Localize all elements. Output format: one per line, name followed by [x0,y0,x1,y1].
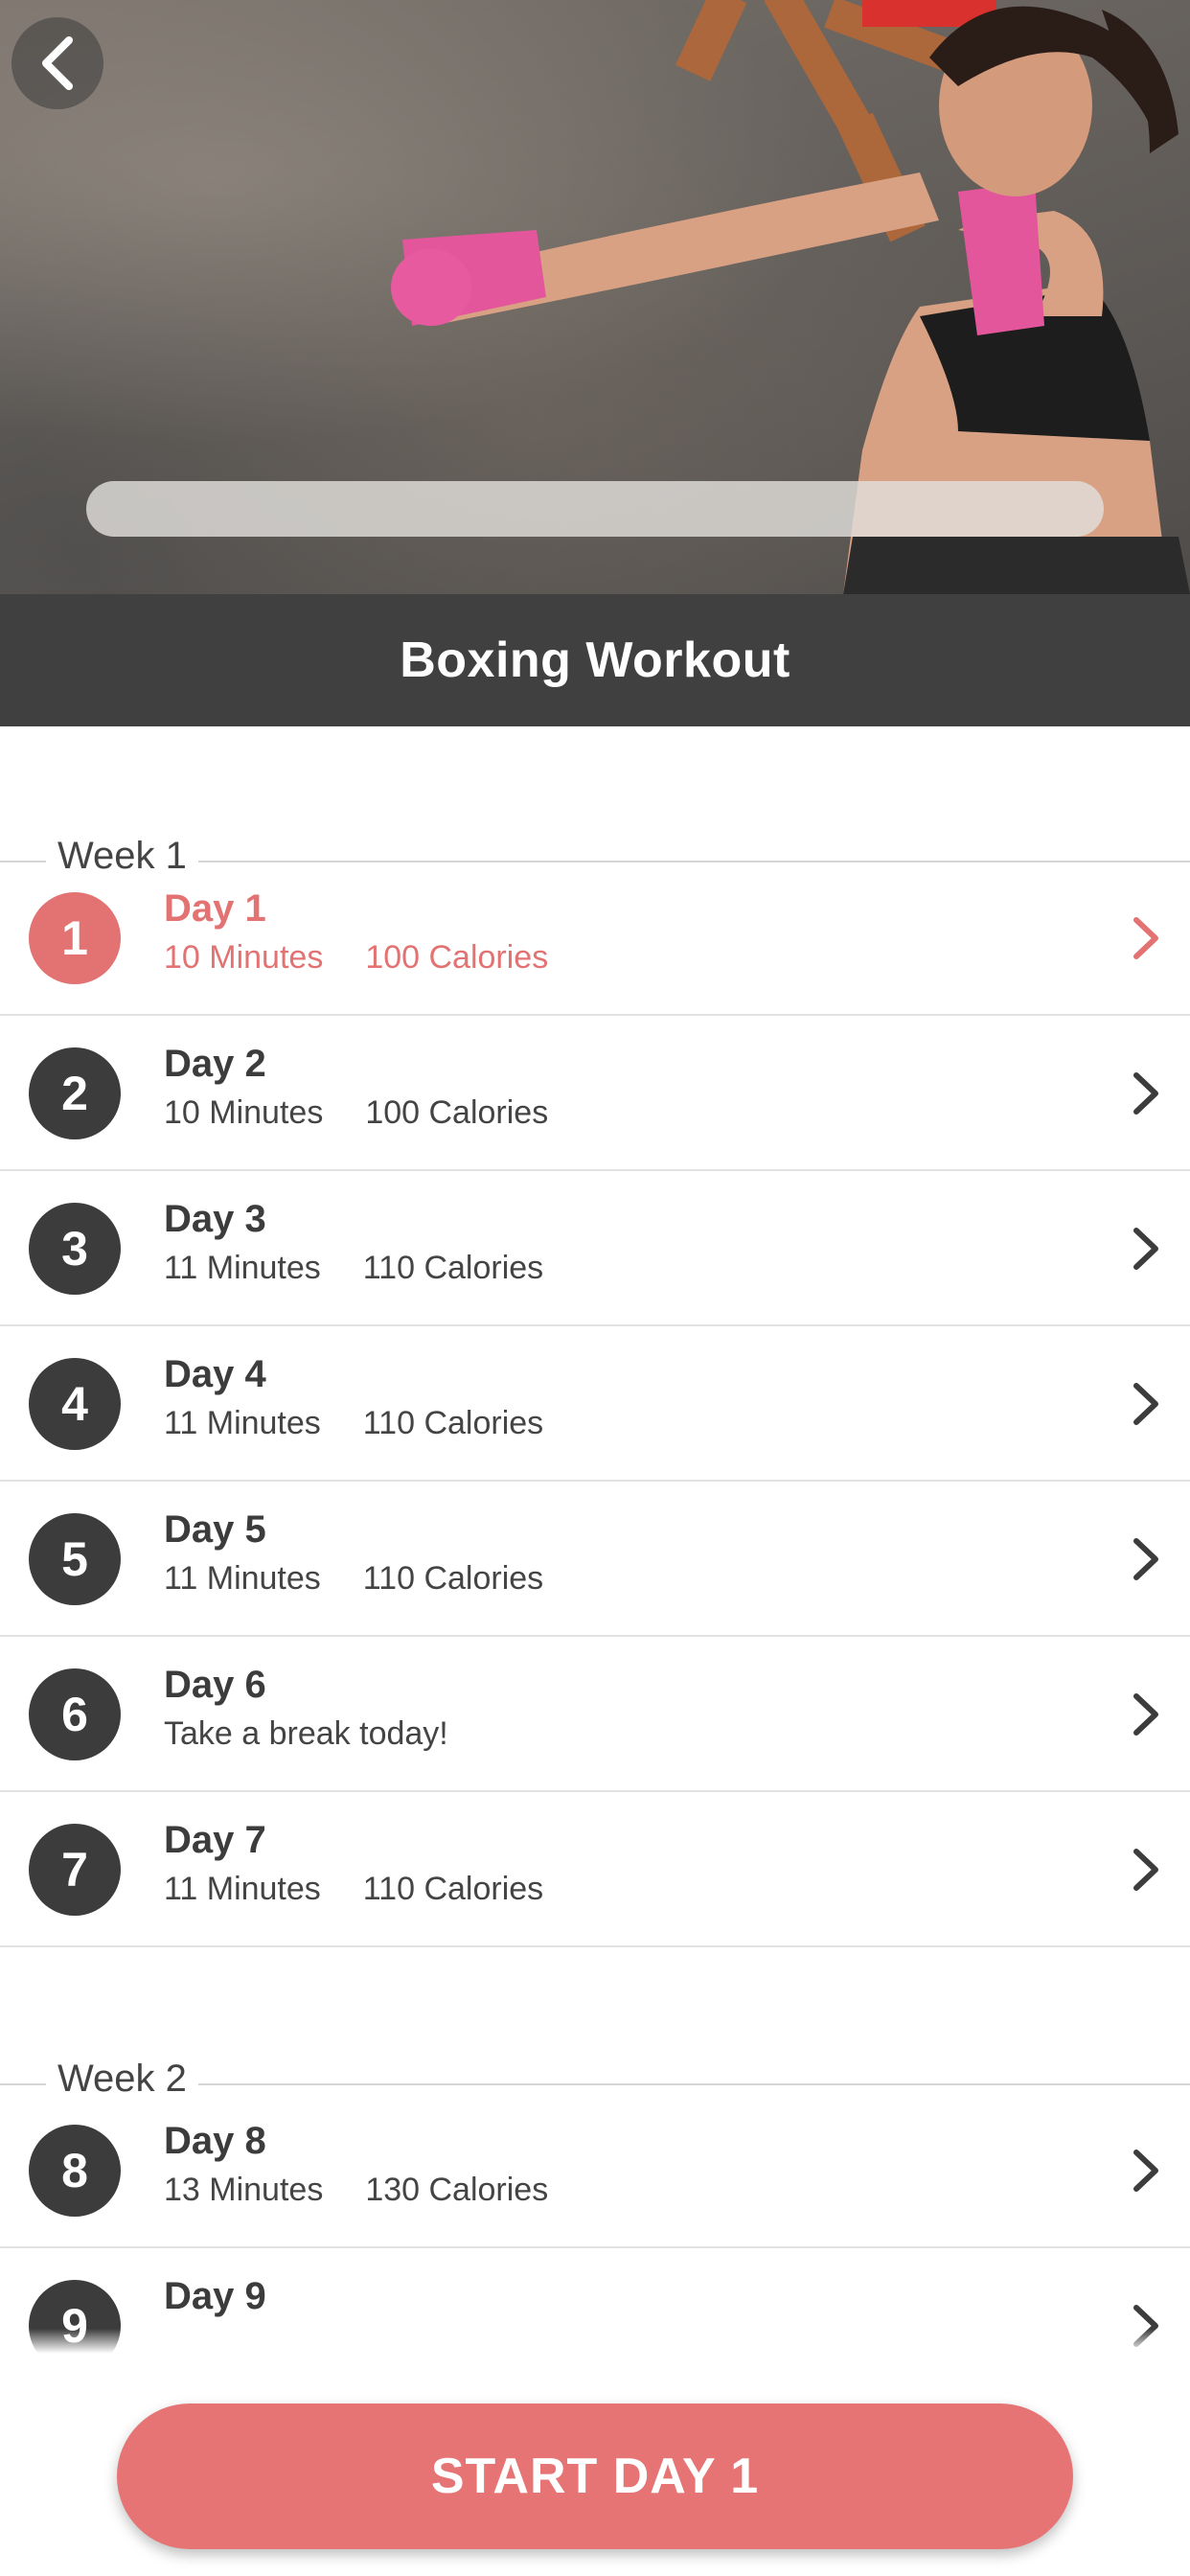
day-title: Day 5 [164,1508,266,1551]
day-number-badge: 2 [29,1047,121,1139]
day-meta: 11 Minutes 110 Calories [164,1399,543,1447]
chevron-right-icon [1133,1849,1158,1891]
day-calories: 100 Calories [365,939,549,976]
day-number-badge: 3 [29,1203,121,1295]
chevron-right-icon [1133,1383,1158,1425]
day-calories: 100 Calories [365,1094,549,1131]
day-row[interactable]: 6 Day 6 Take a break today! [0,1637,1190,1792]
day-title: Day 7 [164,1819,266,1861]
day-calories: 110 Calories [362,1871,544,1907]
day-calories: 130 Calories [365,2172,549,2208]
day-meta: 10 Minutes 100 Calories [164,1089,548,1137]
day-list[interactable]: Week 1 1 Day 1 10 Minutes 100 Calories 2 Day … [0,726,1190,2377]
day-number-badge: 4 [29,1358,121,1450]
day-minutes: 11 Minutes [164,1250,321,1286]
chevron-right-icon [1133,2150,1158,2192]
day-row[interactable]: 2 Day 2 10 Minutes 100 Calories [0,1016,1190,1171]
hero-image [0,0,1190,594]
week-header: Week 2 [0,2057,1190,2101]
day-number-badge: 1 [29,892,121,984]
day-title: Day 6 [164,1664,266,1706]
chevron-right-icon [1133,917,1158,959]
day-meta: 11 Minutes 110 Calories [164,1244,543,1292]
day-title: Day 2 [164,1043,266,1085]
day-row[interactable]: 4 Day 4 11 Minutes 110 Calories [0,1326,1190,1482]
day-minutes: 11 Minutes [164,1871,321,1907]
day-calories: 110 Calories [362,1250,544,1286]
title-bar: Boxing Workout [0,594,1190,726]
chevron-right-icon [1133,1228,1158,1270]
chevron-left-icon [42,36,73,90]
day-row[interactable]: 5 Day 5 11 Minutes 110 Calories [0,1482,1190,1637]
day-title: Day 3 [164,1198,266,1240]
day-minutes: 11 Minutes [164,1405,321,1441]
page-title: Boxing Workout [400,632,790,688]
back-button[interactable] [11,17,103,109]
day-row[interactable]: 3 Day 3 11 Minutes 110 Calories [0,1171,1190,1326]
day-title: Day 8 [164,2120,266,2162]
day-number-badge: 6 [29,1668,121,1760]
day-minutes: 10 Minutes [164,939,324,976]
week-header: Week 1 [0,726,1190,878]
day-row[interactable]: 8 Day 8 13 Minutes 130 Calories [0,2093,1190,2248]
day-row[interactable]: 1 Day 1 10 Minutes 100 Calories [0,861,1190,1016]
chevron-right-icon [1133,1072,1158,1115]
day-meta: 10 Minutes 100 Calories [164,933,548,981]
day-number-badge: 7 [29,1824,121,1916]
workout-progress-bar [86,481,1104,537]
day-meta: 11 Minutes 110 Calories [164,1865,543,1913]
day-minutes: 11 Minutes [164,1560,321,1597]
day-calories: 110 Calories [362,1560,544,1597]
day-note: Take a break today! [164,1715,448,1752]
day-title: Day 4 [164,1353,266,1395]
day-meta: 11 Minutes 110 Calories [164,1554,543,1602]
chevron-right-icon [1133,1693,1158,1736]
day-minutes: 13 Minutes [164,2172,324,2208]
bottom-bar: START DAY 1 [0,2329,1190,2576]
day-number-badge: 8 [29,2125,121,2217]
day-calories: 110 Calories [362,1405,544,1441]
chevron-right-icon [1133,1538,1158,1580]
day-number-badge: 5 [29,1513,121,1605]
start-day-button[interactable]: START DAY 1 [117,2404,1073,2549]
day-title: Day 1 [164,887,266,930]
day-row[interactable]: 7 Day 7 11 Minutes 110 Calories [0,1792,1190,1947]
day-meta: 13 Minutes 130 Calories [164,2166,548,2214]
day-title: Day 9 [164,2275,266,2317]
day-minutes: 10 Minutes [164,1094,324,1131]
